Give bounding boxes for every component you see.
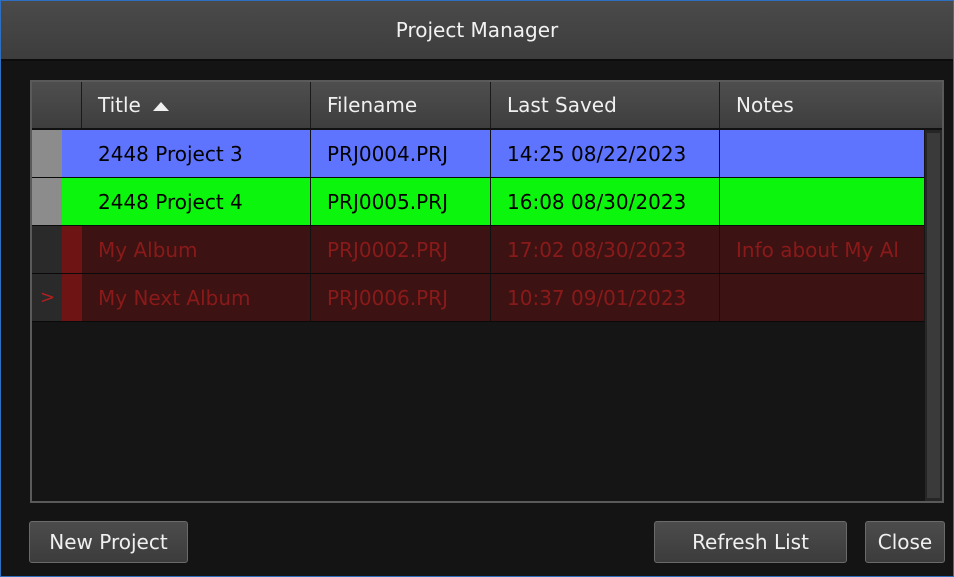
- scrollbar-thumb[interactable]: [927, 133, 940, 498]
- column-header-title[interactable]: Title: [82, 82, 311, 128]
- cell-last-saved: 14:25 08/22/2023: [491, 130, 720, 177]
- cell-title: My Next Album: [82, 274, 311, 321]
- new-project-button[interactable]: New Project: [29, 521, 188, 563]
- cell-filename: PRJ0006.PRJ: [311, 274, 491, 321]
- column-header-title-label: Title: [98, 93, 141, 117]
- cell-title: My Album: [82, 226, 311, 273]
- cell-last-saved: 10:37 09/01/2023: [491, 274, 720, 321]
- cell-notes: [720, 178, 924, 225]
- column-header-last-saved-label: Last Saved: [507, 93, 617, 117]
- cell-filename: PRJ0005.PRJ: [311, 178, 491, 225]
- row-marker: [32, 130, 62, 177]
- row-color-stripe: [62, 178, 82, 225]
- column-header-notes-label: Notes: [736, 93, 794, 117]
- vertical-scrollbar[interactable]: [925, 130, 942, 501]
- table-row[interactable]: > My Next Album PRJ0006.PRJ 10:37 09/01/…: [32, 274, 924, 322]
- table-body: 2448 Project 3 PRJ0004.PRJ 14:25 08/22/2…: [32, 130, 924, 322]
- column-header-notes[interactable]: Notes: [720, 82, 942, 128]
- cell-notes: Info about My Al: [720, 226, 924, 273]
- row-color-stripe: [62, 226, 82, 273]
- header-marker-column: [32, 82, 82, 128]
- cell-last-saved: 17:02 08/30/2023: [491, 226, 720, 273]
- current-row-marker: >: [32, 274, 62, 321]
- window-title-bar: Project Manager: [1, 1, 953, 61]
- cell-notes: [720, 130, 924, 177]
- cell-title: 2448 Project 3: [82, 130, 311, 177]
- column-header-filename-label: Filename: [327, 93, 418, 117]
- cell-filename: PRJ0004.PRJ: [311, 130, 491, 177]
- cell-notes: [720, 274, 924, 321]
- table-header: Title Filename Last Saved Notes: [32, 82, 942, 130]
- row-marker: [32, 226, 62, 273]
- cell-title: 2448 Project 4: [82, 178, 311, 225]
- project-manager-window: Project Manager Title Filename Last Save…: [0, 0, 954, 577]
- column-header-filename[interactable]: Filename: [311, 82, 491, 128]
- table-row[interactable]: 2448 Project 3 PRJ0004.PRJ 14:25 08/22/2…: [32, 130, 924, 178]
- table-row[interactable]: 2448 Project 4 PRJ0005.PRJ 16:08 08/30/2…: [32, 178, 924, 226]
- cell-last-saved: 16:08 08/30/2023: [491, 178, 720, 225]
- column-header-last-saved[interactable]: Last Saved: [491, 82, 720, 128]
- row-color-stripe: [62, 130, 82, 177]
- table-row[interactable]: My Album PRJ0002.PRJ 17:02 08/30/2023 In…: [32, 226, 924, 274]
- refresh-list-button[interactable]: Refresh List: [654, 521, 847, 563]
- window-title: Project Manager: [395, 18, 559, 42]
- sort-ascending-icon: [152, 101, 169, 111]
- close-button[interactable]: Close: [865, 521, 945, 563]
- row-marker: [32, 178, 62, 225]
- project-table: Title Filename Last Saved Notes 2448 Pro…: [30, 80, 944, 503]
- cell-filename: PRJ0002.PRJ: [311, 226, 491, 273]
- row-color-stripe: [62, 274, 82, 321]
